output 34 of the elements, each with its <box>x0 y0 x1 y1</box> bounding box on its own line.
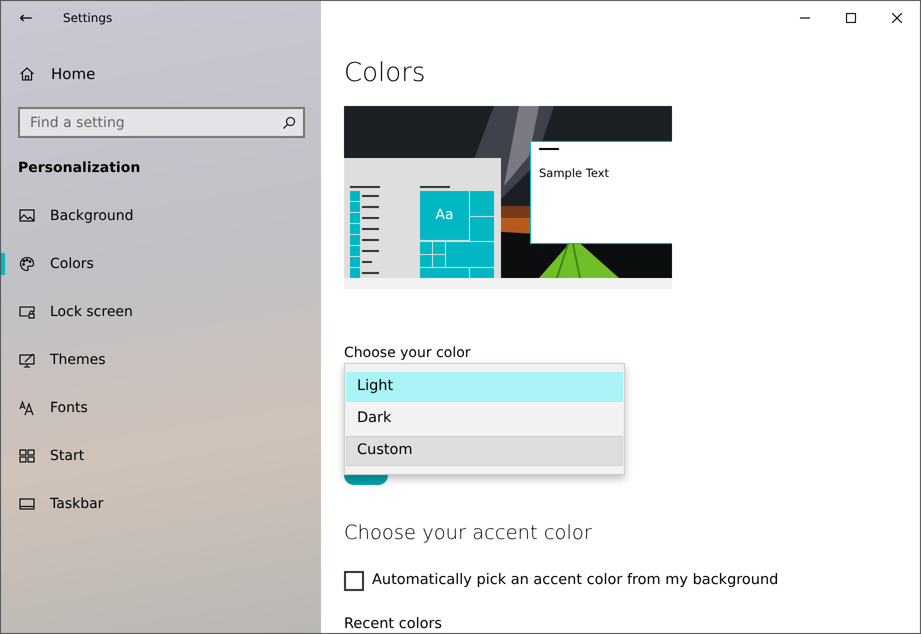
menu-item[interactable]: Dark <box>346 404 623 434</box>
checkbox[interactable] <box>344 570 364 591</box>
image-icon <box>19 208 35 224</box>
search-field[interactable]: Find a setting <box>18 107 305 138</box>
maximize-icon <box>846 13 856 23</box>
nav-item[interactable]: Fonts <box>1 384 321 432</box>
nav-item[interactable]: Start <box>1 432 321 480</box>
window-title: Settings <box>63 10 112 27</box>
menu-item[interactable]: Light <box>346 372 623 402</box>
home-link[interactable]: Home <box>1 50 321 98</box>
close-icon <box>892 13 902 23</box>
nav-item[interactable]: Themes <box>1 336 321 384</box>
search-icon <box>282 116 296 130</box>
field-label: Recent colors <box>344 614 442 633</box>
section-heading: Personalization <box>18 159 142 178</box>
nav-item[interactable]: Background <box>1 192 321 240</box>
palette-icon <box>19 256 35 272</box>
tiles-icon <box>19 448 35 464</box>
nav-item[interactable]: Colors <box>1 240 321 288</box>
monitor-brush-icon <box>19 352 35 368</box>
menu-item[interactable]: Custom <box>346 436 623 466</box>
section-heading: Choose your accent color <box>344 520 592 546</box>
nav-item[interactable]: Taskbar <box>1 480 321 528</box>
page-title: Colors <box>344 57 426 90</box>
nav-item[interactable]: Lock screen <box>1 288 321 336</box>
field-label: Choose your color <box>344 344 471 363</box>
fonts-icon <box>19 400 35 416</box>
tile: Aa <box>420 191 469 240</box>
back-button[interactable]: ← <box>1 1 51 35</box>
home-icon <box>19 66 35 82</box>
checkbox-label: Automatically pick an accent color from my background <box>372 571 778 590</box>
lock-screen-icon <box>19 304 35 320</box>
taskbar-icon <box>19 496 35 512</box>
sample-text: Sample Text <box>539 165 610 182</box>
